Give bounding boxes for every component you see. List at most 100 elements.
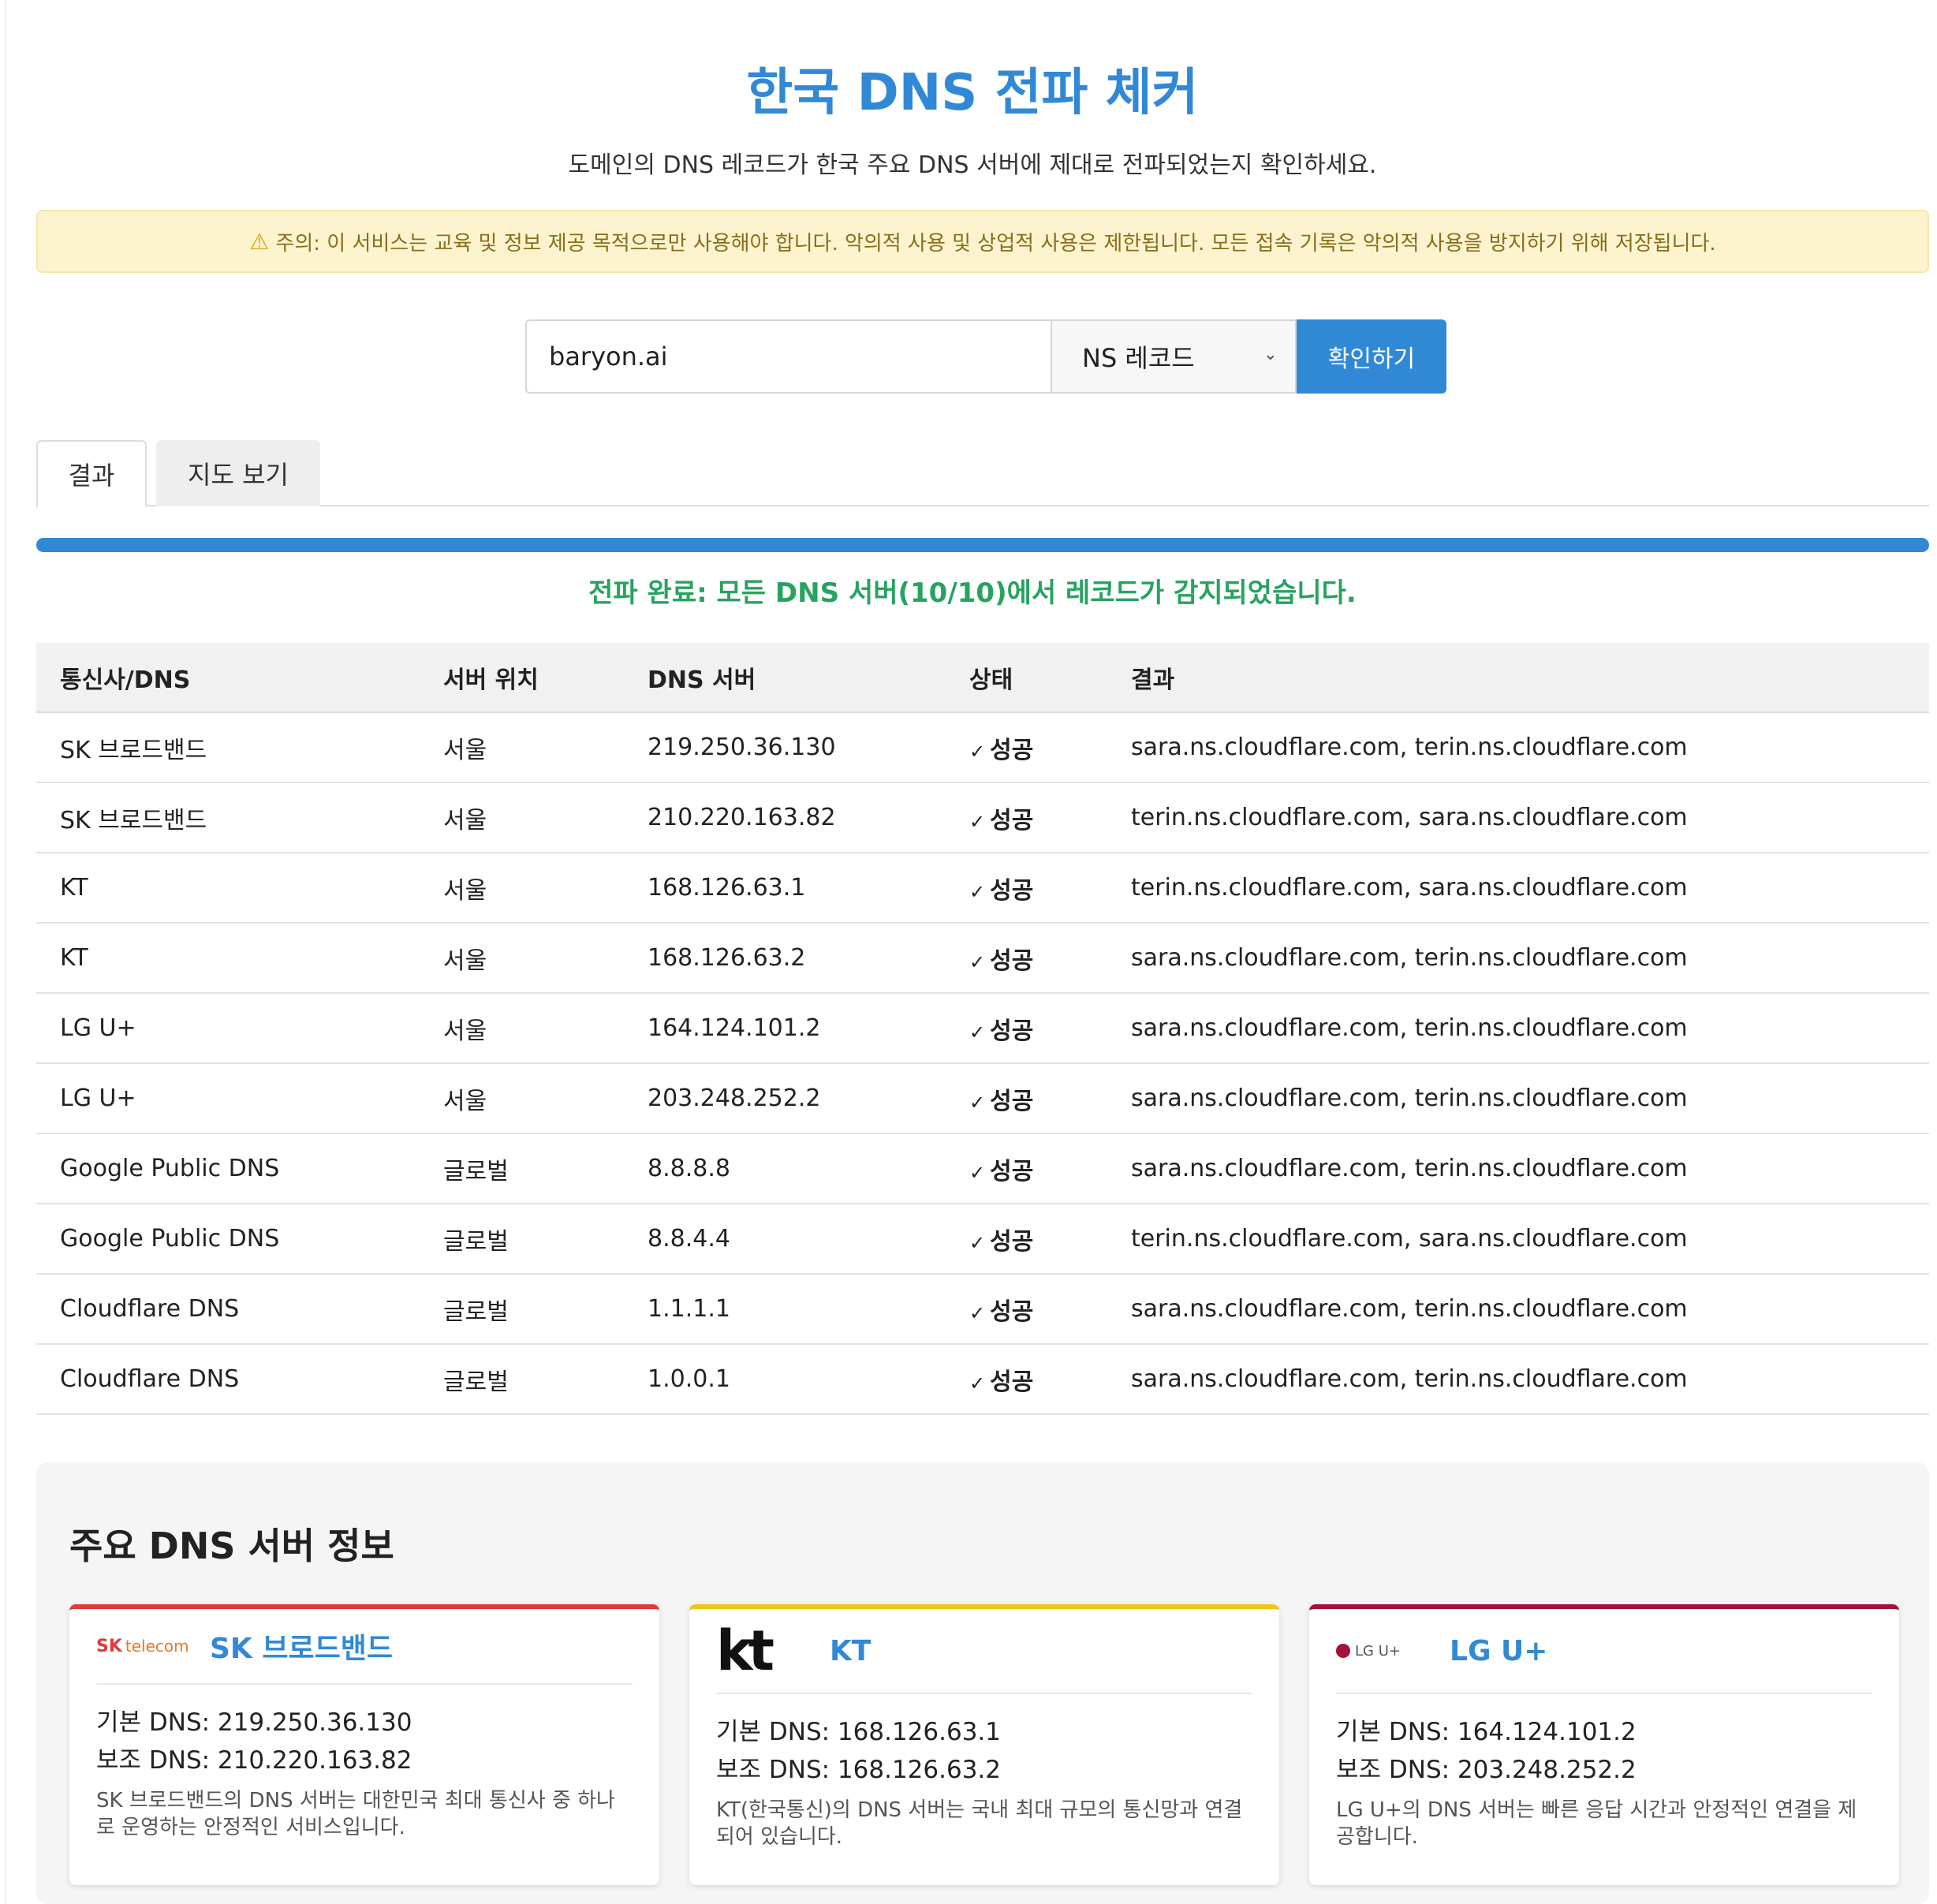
- check-icon: ✓: [969, 810, 986, 833]
- status-cell: ✓ 성공: [946, 1204, 1107, 1275]
- sk-telecom-logo: SK telecom: [96, 1636, 189, 1656]
- card-header: kt KT: [716, 1609, 1252, 1694]
- provider-cell: KT: [36, 923, 420, 994]
- primary-dns: 기본 DNS: 168.126.63.1: [716, 1718, 1002, 1746]
- table-row: KT 서울 168.126.63.2 ✓ 성공 sara.ns.cloudflare.co…: [36, 923, 1929, 994]
- status-cell: ✓ 성공: [946, 853, 1107, 924]
- server-cell: 8.8.8.8: [624, 1133, 946, 1204]
- results-table: 통신사/DNS 서버 위치 DNS 서버 상태 결과 SK 브로드밴드 서울 219…: [36, 643, 1929, 1415]
- status-message: 전파 완료: 모든 DNS 서버(10/10)에서 레코드가 감지되었습니다.: [588, 577, 1357, 609]
- location-cell: 서울: [420, 1063, 624, 1134]
- server-cell: 203.248.252.2: [624, 1063, 946, 1134]
- header-server: DNS 서버: [624, 643, 946, 713]
- result-cell: terin.ns.cloudflare.com, sara.ns.cloudfl…: [1107, 853, 1929, 924]
- provider-cell: LG U+: [36, 993, 420, 1064]
- status-text: 성공: [990, 946, 1034, 975]
- provider-cell: SK 브로드밴드: [36, 712, 420, 783]
- secondary-dns: 보조 DNS: 203.248.252.2: [1336, 1756, 1637, 1784]
- check-icon: ✓: [969, 950, 986, 973]
- table-row: SK 브로드밴드 서울 219.250.36.130 ✓ 성공 sara.ns.cloud…: [36, 712, 1929, 783]
- provider-cell: Google Public DNS: [36, 1204, 420, 1275]
- search-form: NS 레코드 ⌄ 확인하기: [525, 319, 1446, 394]
- check-icon: ✓: [969, 1091, 986, 1114]
- warning-icon: ⚠: [249, 228, 270, 255]
- provider-cell: KT: [36, 853, 420, 924]
- page-subtitle: 도메인의 DNS 레코드가 한국 주요 DNS 서버에 제대로 전파되었는지 확…: [568, 151, 1377, 179]
- primary-dns: 기본 DNS: 164.124.101.2: [1336, 1718, 1637, 1746]
- location-cell: 글로벌: [420, 1344, 624, 1415]
- tab-bar: 결과 지도 보기: [36, 440, 1929, 508]
- server-cell: 1.0.0.1: [624, 1344, 946, 1415]
- header-location: 서버 위치: [420, 643, 624, 713]
- result-cell: sara.ns.cloudflare.com, terin.ns.cloudfl…: [1107, 993, 1929, 1064]
- server-cell: 219.250.36.130: [624, 712, 946, 783]
- status-cell: ✓ 성공: [946, 993, 1107, 1064]
- status-cell: ✓ 성공: [946, 712, 1107, 783]
- card-title: LG U+: [1450, 1634, 1548, 1667]
- location-cell: 서울: [420, 712, 624, 783]
- location-cell: 글로벌: [420, 1204, 624, 1275]
- dns-info-title: 주요 DNS 서버 정보: [69, 1525, 394, 1567]
- table-row: SK 브로드밴드 서울 210.220.163.82 ✓ 성공 terin.ns.clou…: [36, 782, 1929, 853]
- provider-cell: Cloudflare DNS: [36, 1274, 420, 1345]
- card-description: LG U+의 DNS 서버는 빠른 응답 시간과 안정적인 연결을 제공합니다.: [1336, 1798, 1857, 1849]
- chevron-down-icon: ⌄: [1263, 345, 1278, 364]
- primary-dns: 기본 DNS: 219.250.36.130: [96, 1708, 412, 1737]
- server-cell: 168.126.63.2: [624, 923, 946, 994]
- table-row: LG U+ 서울 203.248.252.2 ✓ 성공 sara.ns.cloudflar…: [36, 1063, 1929, 1134]
- card-header: SK telecom SK 브로드밴드: [96, 1609, 633, 1685]
- card-title: SK 브로드밴드: [210, 1633, 393, 1665]
- status-cell: ✓ 성공: [946, 923, 1107, 994]
- record-type-select[interactable]: NS 레코드 ⌄: [1051, 319, 1297, 394]
- location-cell: 글로벌: [420, 1274, 624, 1345]
- table-row: LG U+ 서울 164.124.101.2 ✓ 성공 sara.ns.cloudflar…: [36, 993, 1929, 1064]
- header-result: 결과: [1107, 643, 1929, 713]
- check-icon: ✓: [969, 880, 986, 903]
- status-cell: ✓ 성공: [946, 1133, 1107, 1204]
- provider-cell: SK 브로드밴드: [36, 782, 420, 853]
- server-cell: 164.124.101.2: [624, 993, 946, 1064]
- kt-logo: kt: [716, 1618, 774, 1683]
- status-text: 성공: [990, 1227, 1034, 1256]
- status-cell: ✓ 성공: [946, 1274, 1107, 1345]
- page: 한국 DNS 전파 체커 도메인의 DNS 레코드가 한국 주요 DNS 서버에…: [5, 0, 1937, 1904]
- result-cell: sara.ns.cloudflare.com, terin.ns.cloudfl…: [1107, 1063, 1929, 1134]
- result-cell: sara.ns.cloudflare.com, terin.ns.cloudfl…: [1107, 1344, 1929, 1415]
- header-provider: 통신사/DNS: [36, 643, 420, 713]
- tab-results[interactable]: 결과: [36, 440, 147, 508]
- server-cell: 1.1.1.1: [624, 1274, 946, 1345]
- provider-cell: Cloudflare DNS: [36, 1344, 420, 1415]
- status-text: 성공: [990, 1368, 1034, 1396]
- header-status: 상태: [946, 643, 1107, 713]
- table-row: KT 서울 168.126.63.1 ✓ 성공 terin.ns.cloudflare.c…: [36, 853, 1929, 924]
- location-cell: 서울: [420, 993, 624, 1064]
- location-cell: 서울: [420, 853, 624, 924]
- tab-map-view[interactable]: 지도 보기: [156, 440, 320, 506]
- location-cell: 서울: [420, 782, 624, 853]
- check-icon: ✓: [969, 740, 986, 763]
- check-button[interactable]: 확인하기: [1297, 319, 1446, 394]
- domain-input[interactable]: [525, 319, 1051, 394]
- table-row: Cloudflare DNS 글로벌 1.1.1.1 ✓ 성공 sara.ns.cloud…: [36, 1274, 1929, 1345]
- progress-bar: [36, 538, 1929, 552]
- record-type-value: NS 레코드: [1082, 343, 1195, 373]
- result-cell: sara.ns.cloudflare.com, terin.ns.cloudfl…: [1107, 1274, 1929, 1345]
- status-text: 성공: [990, 1157, 1034, 1185]
- table-row: Google Public DNS 글로벌 8.8.8.8 ✓ 성공 sara.ns.cl…: [36, 1133, 1929, 1204]
- table-row: Google Public DNS 글로벌 8.8.4.4 ✓ 성공 terin.ns.c…: [36, 1204, 1929, 1275]
- status-text: 성공: [990, 1087, 1034, 1115]
- secondary-dns: 보조 DNS: 168.126.63.2: [716, 1756, 1002, 1784]
- table-row: Cloudflare DNS 글로벌 1.0.0.1 ✓ 성공 sara.ns.cloud…: [36, 1344, 1929, 1415]
- result-cell: sara.ns.cloudflare.com, terin.ns.cloudfl…: [1107, 712, 1929, 783]
- provider-card-kt: kt KT 기본 DNS: 168.126.63.1 보조 DNS: 168.1…: [689, 1604, 1279, 1885]
- check-icon: ✓: [969, 1021, 986, 1043]
- status-text: 성공: [990, 806, 1034, 834]
- check-icon: ✓: [969, 1301, 986, 1324]
- server-cell: 210.220.163.82: [624, 782, 946, 853]
- warning-text: 주의: 이 서비스는 교육 및 정보 제공 목적으로만 사용해야 합니다. 악의…: [275, 231, 1716, 256]
- provider-cell: Google Public DNS: [36, 1133, 420, 1204]
- check-icon: ✓: [969, 1161, 986, 1184]
- status-cell: ✓ 성공: [946, 782, 1107, 853]
- server-cell: 168.126.63.1: [624, 853, 946, 924]
- page-title: 한국 DNS 전파 체커: [746, 64, 1199, 122]
